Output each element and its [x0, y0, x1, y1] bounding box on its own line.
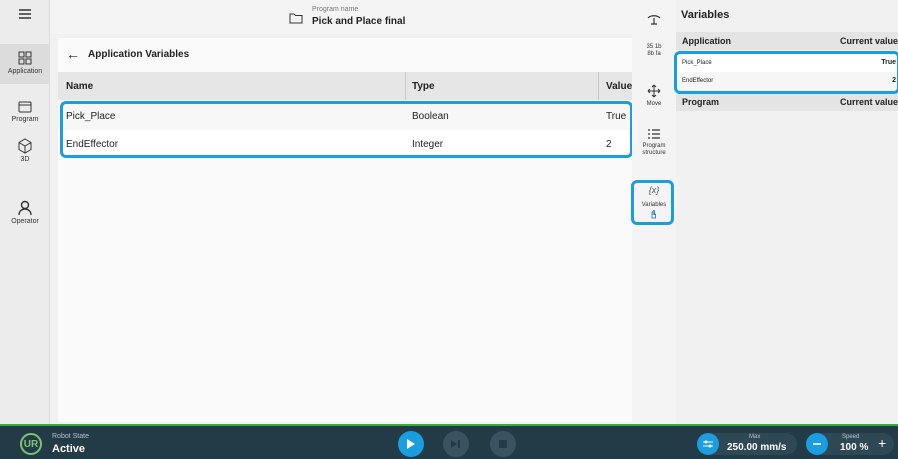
back-arrow-icon[interactable]: ← — [66, 46, 80, 62]
robot-state-caption: Robot State — [52, 433, 89, 440]
application-icon — [18, 51, 32, 65]
variables-list-highlight — [674, 51, 898, 94]
cube-icon — [18, 138, 32, 154]
structure-label-1: Program — [642, 143, 666, 149]
column-header-value: Value — [606, 80, 633, 92]
sliders-icon — [697, 433, 719, 455]
list-icon — [648, 129, 660, 139]
move-arrows-icon — [647, 84, 661, 98]
column-divider — [598, 72, 599, 100]
readout-line: 8b fa — [647, 51, 661, 57]
max-speed-value: 250.00 mm/s — [727, 442, 787, 453]
program-name[interactable]: Pick and Place final — [312, 16, 405, 27]
nav-item-3d[interactable]: 3D — [0, 138, 50, 163]
nav-item-operator[interactable]: Operator — [0, 200, 50, 225]
table-header: Name Type Value — [58, 72, 632, 100]
speed-value: 100 % — [840, 442, 869, 453]
application-variables-header: Application Current value — [676, 32, 898, 50]
max-speed-control[interactable]: Max 250.00 mm/s — [697, 433, 797, 455]
nav-item-label: 3D — [20, 156, 30, 163]
hamburger-menu-icon — [19, 9, 31, 19]
program-header: Program name Pick and Place final — [50, 0, 632, 34]
play-icon — [407, 439, 415, 449]
move-button[interactable]: Move — [632, 84, 676, 108]
page-title: Application Variables — [88, 49, 190, 60]
variables-panel-title: Variables — [681, 9, 730, 21]
move-label: Move — [646, 101, 662, 107]
program-header-label: Program — [682, 97, 720, 107]
column-divider — [405, 72, 406, 100]
operator-icon — [18, 200, 32, 216]
current-value-header: Current value — [839, 36, 898, 46]
column-header-type: Type — [412, 80, 435, 92]
step-icon — [451, 440, 460, 448]
program-structure-button[interactable]: Program structure — [632, 128, 676, 157]
application-header-label: Application — [682, 36, 731, 46]
robot-state[interactable]: Active — [52, 443, 85, 455]
folder-icon — [289, 13, 303, 24]
left-navigation: Application Program 3D Operator — [0, 0, 50, 424]
speed-control[interactable]: Speed 100 % + — [806, 433, 894, 455]
plus-icon[interactable]: + — [878, 435, 886, 451]
menu-button[interactable] — [0, 8, 50, 20]
program-variables-header: Program Current value — [676, 93, 898, 111]
nav-item-application[interactable]: Application — [0, 44, 50, 84]
application-variables-view: ← Application Variables Name Type Value … — [58, 38, 632, 422]
structure-label-2: structure — [642, 150, 666, 156]
max-caption: Max — [749, 434, 761, 440]
readout-line: 35 1b — [646, 44, 662, 50]
program-name-caption: Program name — [312, 6, 359, 13]
nav-item-label: Operator — [11, 218, 39, 225]
ur-logo: UR — [20, 433, 42, 455]
stop-icon — [499, 440, 507, 448]
tool-button[interactable] — [632, 14, 676, 26]
nav-item-program[interactable]: Program — [0, 100, 50, 123]
nav-item-label: Application — [7, 68, 43, 75]
tool-icon — [647, 15, 661, 25]
table-rows-highlight — [60, 101, 633, 158]
variables-button-highlight — [631, 180, 674, 225]
stop-button[interactable] — [490, 431, 516, 457]
current-value-header: Current value — [839, 97, 898, 107]
column-header-name: Name — [66, 80, 94, 92]
speed-caption: Speed — [842, 434, 860, 440]
nav-item-label: Program — [11, 116, 39, 123]
status-bar: UR Robot State Active Max 250.00 mm/s Sp… — [0, 424, 898, 459]
minus-icon[interactable] — [806, 433, 828, 455]
step-button[interactable] — [443, 431, 469, 457]
play-button[interactable] — [398, 431, 424, 457]
program-icon — [18, 101, 32, 113]
tcp-readout: 35 1b 8b fa — [632, 44, 676, 58]
